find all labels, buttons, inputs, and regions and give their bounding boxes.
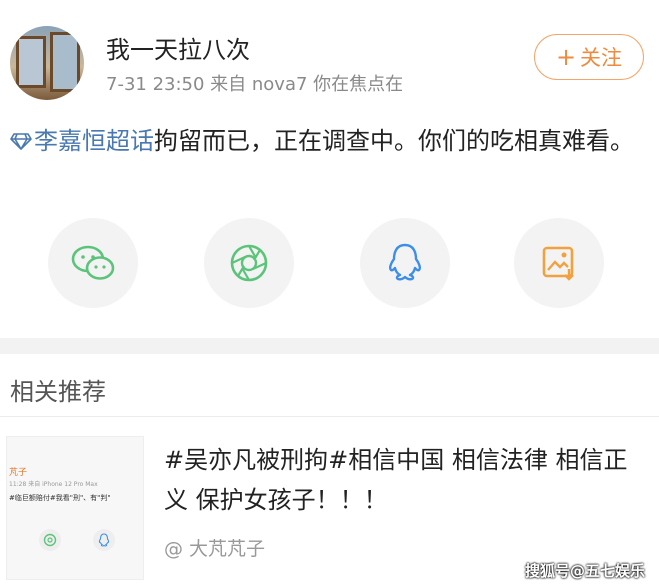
- thumb-username: 芃子: [9, 468, 28, 478]
- thumb-qq-icon: [93, 529, 115, 551]
- avatar[interactable]: [10, 26, 84, 100]
- section-divider: [0, 338, 659, 354]
- weibo-post: 我一天拉八次 7-31 23:50 来自 nova7 你在焦点在 + 关注 李嘉…: [0, 0, 659, 338]
- topic-link[interactable]: 李嘉恒超话: [10, 127, 154, 155]
- thumb-text: #临巨额赔付#我看"刑"、有"判": [9, 494, 111, 502]
- moments-icon: [230, 244, 268, 282]
- save-image-icon: [542, 246, 574, 281]
- share-wechat-button[interactable]: [48, 218, 138, 308]
- share-moments-button[interactable]: [204, 218, 294, 308]
- related-card-title: #吴亦凡被刑拘#相信中国 相信法律 相信正义 保护女孩子！！！: [164, 446, 628, 514]
- thumb-moments-icon: [39, 529, 61, 551]
- topic-label: 李嘉恒超话: [34, 127, 154, 155]
- follow-button[interactable]: + 关注: [534, 34, 644, 80]
- related-section: 相关推荐 芃子 11:28 来自 iPhone 12 Pro Max #临巨额赔…: [0, 354, 659, 588]
- related-card-thumbnail[interactable]: 芃子 11:28 来自 iPhone 12 Pro Max #临巨额赔付#我看"…: [6, 436, 144, 580]
- qq-icon: [389, 243, 421, 281]
- thumb-meta: 11:28 来自 iPhone 12 Pro Max: [9, 481, 98, 488]
- share-qq-button[interactable]: [360, 218, 450, 308]
- save-image-button[interactable]: [514, 218, 604, 308]
- watermark: 搜狐号@五七娱乐: [524, 562, 645, 580]
- post-content: 李嘉恒超话拘留而已，正在调查中。你们的吃相真难看。: [10, 118, 650, 164]
- follow-label: 关注: [580, 46, 623, 70]
- related-title: 相关推荐: [10, 378, 106, 406]
- related-card-source[interactable]: @ 大芃芃子: [164, 534, 265, 561]
- plus-icon: +: [555, 43, 577, 71]
- supertopic-gem-icon: [10, 133, 32, 150]
- username[interactable]: 我一天拉八次: [106, 30, 250, 65]
- wechat-icon: [71, 245, 115, 280]
- share-row: [0, 218, 659, 310]
- post-meta: 7-31 23:50 来自 nova7 你在焦点在: [106, 74, 404, 95]
- related-separator: [0, 416, 659, 417]
- post-body-text: 拘留而已，正在调查中。你们的吃相真难看。: [154, 127, 634, 155]
